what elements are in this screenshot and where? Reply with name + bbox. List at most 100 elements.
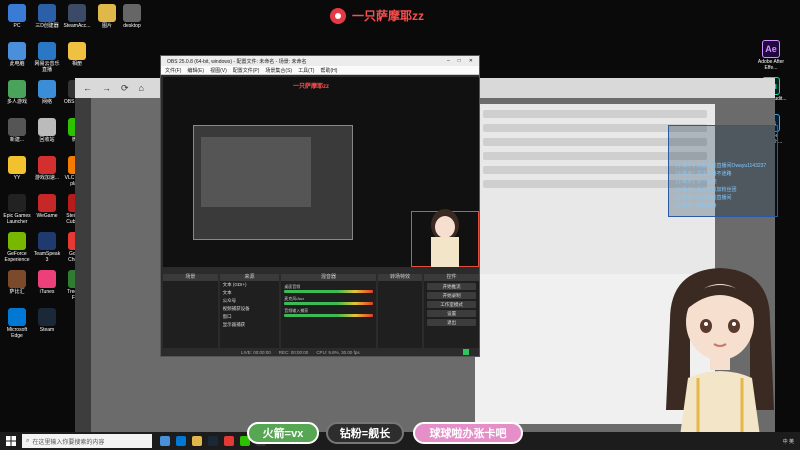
close-icon[interactable]: ✕	[469, 58, 473, 64]
desktop-icon[interactable]: 三D创建器	[33, 4, 61, 29]
chrome-taskbar-icon[interactable]	[224, 436, 234, 446]
mixer-track[interactable]: 麦克风/Aux	[284, 296, 373, 305]
desktop-icon-label: 相册	[71, 61, 82, 67]
system-tray[interactable]: 中 英	[783, 438, 800, 445]
desktop-icon-label: 网易云音乐直播	[34, 61, 60, 73]
desktop-icon[interactable]: 此电脑	[3, 42, 31, 67]
desktop-icon-label: TeamSpeak 3	[33, 251, 61, 263]
desktop-icon[interactable]: 网易云音乐直播	[33, 42, 61, 73]
desktop-icon[interactable]: SteamAcc...	[63, 4, 91, 29]
desktop-icon[interactable]: iTunes	[33, 270, 61, 295]
controls-dock[interactable]: 控件 开始推流 开始录制 工作室模式 设置 退出	[424, 274, 479, 348]
source-item[interactable]: 文本	[220, 289, 280, 297]
desktop-icon[interactable]: WeGame	[33, 194, 61, 219]
control-button[interactable]: 设置	[427, 310, 476, 317]
desktop-icon-label: GeForce Experience	[4, 251, 30, 263]
app-icon	[8, 80, 26, 98]
desktop-icon[interactable]: desktop	[118, 4, 146, 29]
desktop-icon-label: Microsoft Edge	[6, 327, 28, 339]
status-cpu: CPU: 9.8%, 30.00 fps	[316, 349, 360, 355]
obs-preview[interactable]: 一只萨摩耶zz 火箭=vx钻粉=舰长球球啦办张卡吧	[163, 77, 479, 267]
source-item[interactable]: 显示器捕获	[220, 321, 280, 329]
steam-taskbar-icon[interactable]	[208, 436, 218, 446]
home-icon[interactable]: ⌂	[139, 83, 144, 93]
edge-taskbar-icon[interactable]	[176, 436, 186, 446]
source-item[interactable]: 公众号	[220, 297, 280, 305]
task-view-icon[interactable]	[160, 436, 170, 446]
menu-item[interactable]: 帮助(H)	[320, 67, 337, 74]
desktop-icon[interactable]: YY	[3, 156, 31, 181]
obs-statusbar: LIVE: 00:00:00 REC: 00:00:00 CPU: 9.8%, …	[161, 348, 479, 356]
mixer-track[interactable]: 桌面音频	[284, 284, 373, 293]
desktop-icon-label: iTunes	[39, 289, 55, 295]
desktop-icon[interactable]: Steam	[33, 308, 61, 333]
desktop-icon[interactable]: 相册	[63, 42, 91, 67]
sources-dock[interactable]: 来源 文本 (GDI+) 文本 公众号 视频捕获设备 窗口 显示器捕获	[219, 274, 280, 348]
source-item[interactable]: 视频捕获设备	[220, 305, 280, 313]
mixer-track[interactable]: 音频输入捕获	[284, 308, 373, 317]
scenes-dock[interactable]: 场景	[163, 274, 218, 348]
control-button[interactable]: 开始推流	[427, 283, 476, 290]
app-icon	[8, 156, 26, 174]
minimize-icon[interactable]: –	[447, 58, 450, 64]
adobe-app-icon: Ae	[762, 40, 780, 58]
desktop-icon[interactable]: 多人游戏	[3, 80, 31, 105]
stream-title-text: 一只萨摩耶zz	[352, 9, 425, 23]
start-button[interactable]	[0, 432, 22, 450]
menu-item[interactable]: 场景集合(S)	[265, 67, 292, 74]
desktop-icon-label: 三D创建器	[35, 23, 59, 29]
volume-meter[interactable]	[284, 302, 373, 305]
desktop-icon[interactable]: Ae Adobe After Effe...	[754, 40, 788, 71]
desktop-icon[interactable]: PC	[3, 4, 31, 29]
transitions-header: 转场特效	[377, 274, 423, 281]
menu-item[interactable]: 配置文件(P)	[233, 67, 260, 74]
maximize-icon[interactable]: □	[458, 58, 461, 64]
desktop-icon[interactable]: GeForce Experience	[3, 232, 31, 263]
nested-capture-inner	[201, 137, 311, 207]
mixer-dock[interactable]: 混音器 桌面音频 麦克风/Aux 音频输入捕获	[281, 274, 376, 348]
desktop-icon-label: 多人游戏	[6, 99, 27, 105]
app-icon	[98, 4, 116, 22]
obs-titlebar[interactable]: OBS 25.0.8 (64-bit, windows) - 配置文件: 未命名…	[161, 56, 479, 66]
transitions-dock[interactable]: 转场特效	[377, 274, 423, 348]
menu-item[interactable]: 文件(F)	[165, 67, 181, 74]
menu-item[interactable]: 视图(V)	[210, 67, 227, 74]
browser-side-nav	[75, 98, 91, 432]
source-item[interactable]: 窗口	[220, 313, 280, 321]
desktop-icon[interactable]: 萨比汇	[3, 270, 31, 295]
desktop-icon-label: PC	[13, 23, 21, 29]
volume-meter[interactable]	[284, 314, 373, 317]
control-button[interactable]: 退出	[427, 319, 476, 326]
control-button[interactable]: 工作室模式	[427, 301, 476, 308]
desktop-icon[interactable]: TeamSpeak 3	[33, 232, 61, 263]
pill-rocket: 火箭=vx	[247, 422, 319, 444]
taskbar-search[interactable]: ⌕ 在这里输入你要搜索的内容	[22, 434, 152, 448]
desktop-icon[interactable]: 游戏加速...	[33, 156, 61, 181]
back-icon[interactable]: ←	[83, 83, 92, 93]
desktop-icon[interactable]: 新建...	[3, 118, 31, 143]
desktop-icon[interactable]: Epic Games Launcher	[3, 194, 31, 225]
search-placeholder: 在这里输入你要搜索的内容	[32, 439, 105, 446]
menu-item[interactable]: 工具(T)	[298, 67, 314, 74]
obs-docks: 场景 来源 文本 (GDI+) 文本 公众号 视频捕获设备 窗口 显示器捕获 混音器 桌面…	[163, 274, 479, 348]
source-item[interactable]: 文本 (GDI+)	[220, 281, 280, 289]
desktop-icon[interactable]: 图片	[93, 4, 121, 29]
chat-message: [小助手]: 欢迎来到直播间Owayu1143237	[676, 163, 767, 169]
desktop-icon[interactable]: 回收站	[33, 118, 61, 143]
app-icon	[38, 118, 56, 136]
forward-icon[interactable]: →	[102, 83, 111, 93]
desktop-icon[interactable]: Microsoft Edge	[3, 308, 31, 339]
refresh-icon[interactable]: ⟳	[121, 83, 129, 94]
obs-window[interactable]: OBS 25.0.8 (64-bit, windows) - 配置文件: 未命名…	[160, 55, 480, 357]
menu-item[interactable]: 编辑(E)	[187, 67, 204, 74]
status-live: LIVE: 00:00:00	[241, 349, 271, 355]
pill-card: 球球啦办张卡吧	[413, 422, 523, 444]
app-icon	[8, 42, 26, 60]
explorer-taskbar-icon[interactable]	[192, 436, 202, 446]
obs-menubar: 文件(F) 编辑(E) 视图(V) 配置文件(P) 场景集合(S) 工具(T) 帮助(H)	[161, 66, 479, 75]
desktop-icon[interactable]: 网络	[33, 80, 61, 105]
control-button[interactable]: 开始录制	[427, 292, 476, 299]
search-icon: ⌕	[26, 437, 30, 444]
volume-meter[interactable]	[284, 290, 373, 293]
app-icon	[8, 118, 26, 136]
